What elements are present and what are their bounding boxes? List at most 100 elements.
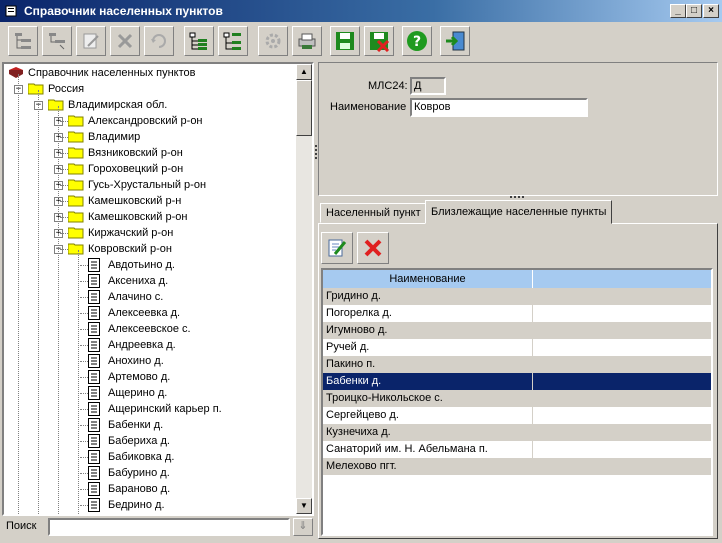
tree-line bbox=[80, 425, 88, 426]
tree-node-district[interactable]: + Гороховецкий р-он bbox=[4, 161, 294, 177]
tree-node-settlement[interactable]: Авдотьино д. bbox=[4, 257, 294, 273]
tree-node-label: Камешковский р-он bbox=[88, 211, 188, 223]
column-header-name[interactable]: Наименование bbox=[323, 270, 533, 288]
tree-node-label: Бабенки д. bbox=[108, 419, 164, 431]
tree-node-settlement[interactable]: Бабурино д. bbox=[4, 465, 294, 481]
grid-delete-button[interactable] bbox=[357, 232, 389, 264]
tree-node-district[interactable]: + Камешковский р-н bbox=[4, 193, 294, 209]
search-arrow-icon[interactable]: ⇓ bbox=[293, 518, 313, 536]
tree-node-label: Авдотьино д. bbox=[108, 259, 175, 271]
tree-node-settlement[interactable]: Бабериха д. bbox=[4, 433, 294, 449]
table-row[interactable]: Санаторий им. Н. Абельмана п. bbox=[323, 441, 711, 458]
scroll-up-button[interactable]: ▲ bbox=[296, 64, 312, 80]
tree-node-settlement[interactable]: Ащерино д. bbox=[4, 385, 294, 401]
tree-node-settlement[interactable]: Алексеевское с. bbox=[4, 321, 294, 337]
collapse-tree-button[interactable] bbox=[218, 26, 248, 56]
tree-node-settlement[interactable]: Бабенки д. bbox=[4, 417, 294, 433]
tree-node-settlement[interactable]: Алачино с. bbox=[4, 289, 294, 305]
print-button[interactable] bbox=[292, 26, 322, 56]
table-row[interactable]: Сергейцево д. bbox=[323, 407, 711, 424]
cancel-save-button[interactable] bbox=[364, 26, 394, 56]
tree-node-root[interactable]: Справочник населенных пунктов bbox=[4, 65, 294, 81]
settlements-tree[interactable]: ▲ ▼ Справочник населенных пунктов − Россия… bbox=[2, 62, 314, 516]
expand-tree-button[interactable] bbox=[184, 26, 214, 56]
table-row[interactable]: Пакино п. bbox=[323, 356, 711, 373]
table-row[interactable]: Троицко-Никольское с. bbox=[323, 390, 711, 407]
tree-add-child-button[interactable] bbox=[42, 26, 72, 56]
tree-node-district[interactable]: + Гусь-Хрустальный р-он bbox=[4, 177, 294, 193]
cell-name: Кузнечиха д. bbox=[323, 424, 533, 441]
tree-line bbox=[80, 281, 88, 282]
document-icon bbox=[88, 338, 100, 352]
column-header-extra[interactable] bbox=[533, 270, 711, 288]
tree-node-district[interactable]: + Киржачский р-он bbox=[4, 225, 294, 241]
delete-button[interactable] bbox=[110, 26, 140, 56]
folder-icon bbox=[47, 99, 64, 111]
maximize-button[interactable]: □ bbox=[686, 4, 702, 18]
search-input[interactable] bbox=[48, 518, 290, 536]
tab-settlement[interactable]: Населенный пункт bbox=[320, 203, 427, 223]
exit-button[interactable] bbox=[440, 26, 470, 56]
tree-node-district[interactable]: − Ковровский р-он bbox=[4, 241, 294, 257]
tree-node-settlement[interactable]: Ащеринский карьер п. bbox=[4, 401, 294, 417]
scroll-down-button[interactable]: ▼ bbox=[296, 498, 312, 514]
tree-add-button[interactable] bbox=[8, 26, 38, 56]
table-row[interactable]: Мелехово пгт. bbox=[323, 458, 711, 475]
refresh-button[interactable] bbox=[144, 26, 174, 56]
table-row[interactable]: Гридино д. bbox=[323, 288, 711, 305]
search-label: Поиск bbox=[6, 520, 37, 532]
tree-node-settlement[interactable]: Алексеевка д. bbox=[4, 305, 294, 321]
tree-node-district[interactable]: + Владимир bbox=[4, 129, 294, 145]
help-icon: ? bbox=[407, 31, 427, 51]
name-field[interactable]: Ковров bbox=[410, 98, 588, 117]
tree-node-settlement[interactable]: Артемово д. bbox=[4, 369, 294, 385]
tree-node-label: Гусь-Хрустальный р-он bbox=[88, 179, 207, 191]
save-button[interactable] bbox=[330, 26, 360, 56]
document-icon bbox=[88, 466, 100, 480]
horizontal-splitter-grip-icon[interactable] bbox=[510, 196, 524, 198]
code-field[interactable]: Д bbox=[410, 77, 446, 95]
tree-node-region[interactable]: − Владимирская обл. bbox=[4, 97, 294, 113]
help-button[interactable]: ? bbox=[402, 26, 432, 56]
tree-node-settlement[interactable]: Анохино д. bbox=[4, 353, 294, 369]
delete-icon bbox=[117, 33, 133, 49]
tree-line bbox=[58, 106, 59, 514]
tree-node-settlement[interactable]: Бабиковка д. bbox=[4, 449, 294, 465]
code-label: МЛС24: bbox=[368, 80, 408, 92]
tree-node-settlement[interactable]: Бараново д. bbox=[4, 481, 294, 497]
cell-extra bbox=[533, 356, 711, 373]
table-row[interactable]: Погорелка д. bbox=[323, 305, 711, 322]
grid-edit-button[interactable] bbox=[321, 232, 353, 264]
tree-node-settlement[interactable]: Аксениха д. bbox=[4, 273, 294, 289]
tree-line bbox=[80, 313, 88, 314]
tree-node-district[interactable]: + Вязниковский р-он bbox=[4, 145, 294, 161]
cell-name: Санаторий им. Н. Абельмана п. bbox=[323, 441, 533, 458]
table-row[interactable]: Кузнечиха д. bbox=[323, 424, 711, 441]
document-icon bbox=[88, 322, 100, 336]
folder-icon bbox=[67, 195, 84, 207]
edit-button[interactable] bbox=[76, 26, 106, 56]
tree-node-district[interactable]: + Камешковский р-он bbox=[4, 209, 294, 225]
tree-line bbox=[60, 137, 68, 138]
scroll-thumb[interactable] bbox=[296, 80, 312, 136]
tree-node-settlement[interactable]: Андреевка д. bbox=[4, 337, 294, 353]
tree-node-label: Владимир bbox=[88, 131, 141, 143]
tree-scrollbar[interactable]: ▲ ▼ bbox=[296, 64, 312, 514]
settings-button[interactable] bbox=[258, 26, 288, 56]
tab-nearby-settlements[interactable]: Близлежащие населенные пункты bbox=[425, 200, 613, 224]
table-row[interactable]: Бабенки д. bbox=[323, 373, 711, 390]
tree-node-label: Андреевка д. bbox=[108, 339, 176, 351]
document-icon bbox=[88, 418, 100, 432]
tree-node-settlement[interactable]: Бедрино д. bbox=[4, 497, 294, 513]
tree-line bbox=[80, 377, 88, 378]
nearby-settlements-grid[interactable]: Наименование Гридино д. Погорелка д. Игумн… bbox=[321, 268, 713, 536]
table-row[interactable]: Игумново д. bbox=[323, 322, 711, 339]
tree-node-district[interactable]: + Александровский р-он bbox=[4, 113, 294, 129]
minimize-button[interactable]: _ bbox=[670, 4, 686, 18]
folder-icon bbox=[67, 211, 84, 223]
tree-node-country[interactable]: − Россия bbox=[4, 81, 294, 97]
cell-name: Погорелка д. bbox=[323, 305, 533, 322]
cell-extra bbox=[533, 288, 711, 305]
close-button[interactable]: × bbox=[703, 4, 719, 18]
table-row[interactable]: Ручей д. bbox=[323, 339, 711, 356]
